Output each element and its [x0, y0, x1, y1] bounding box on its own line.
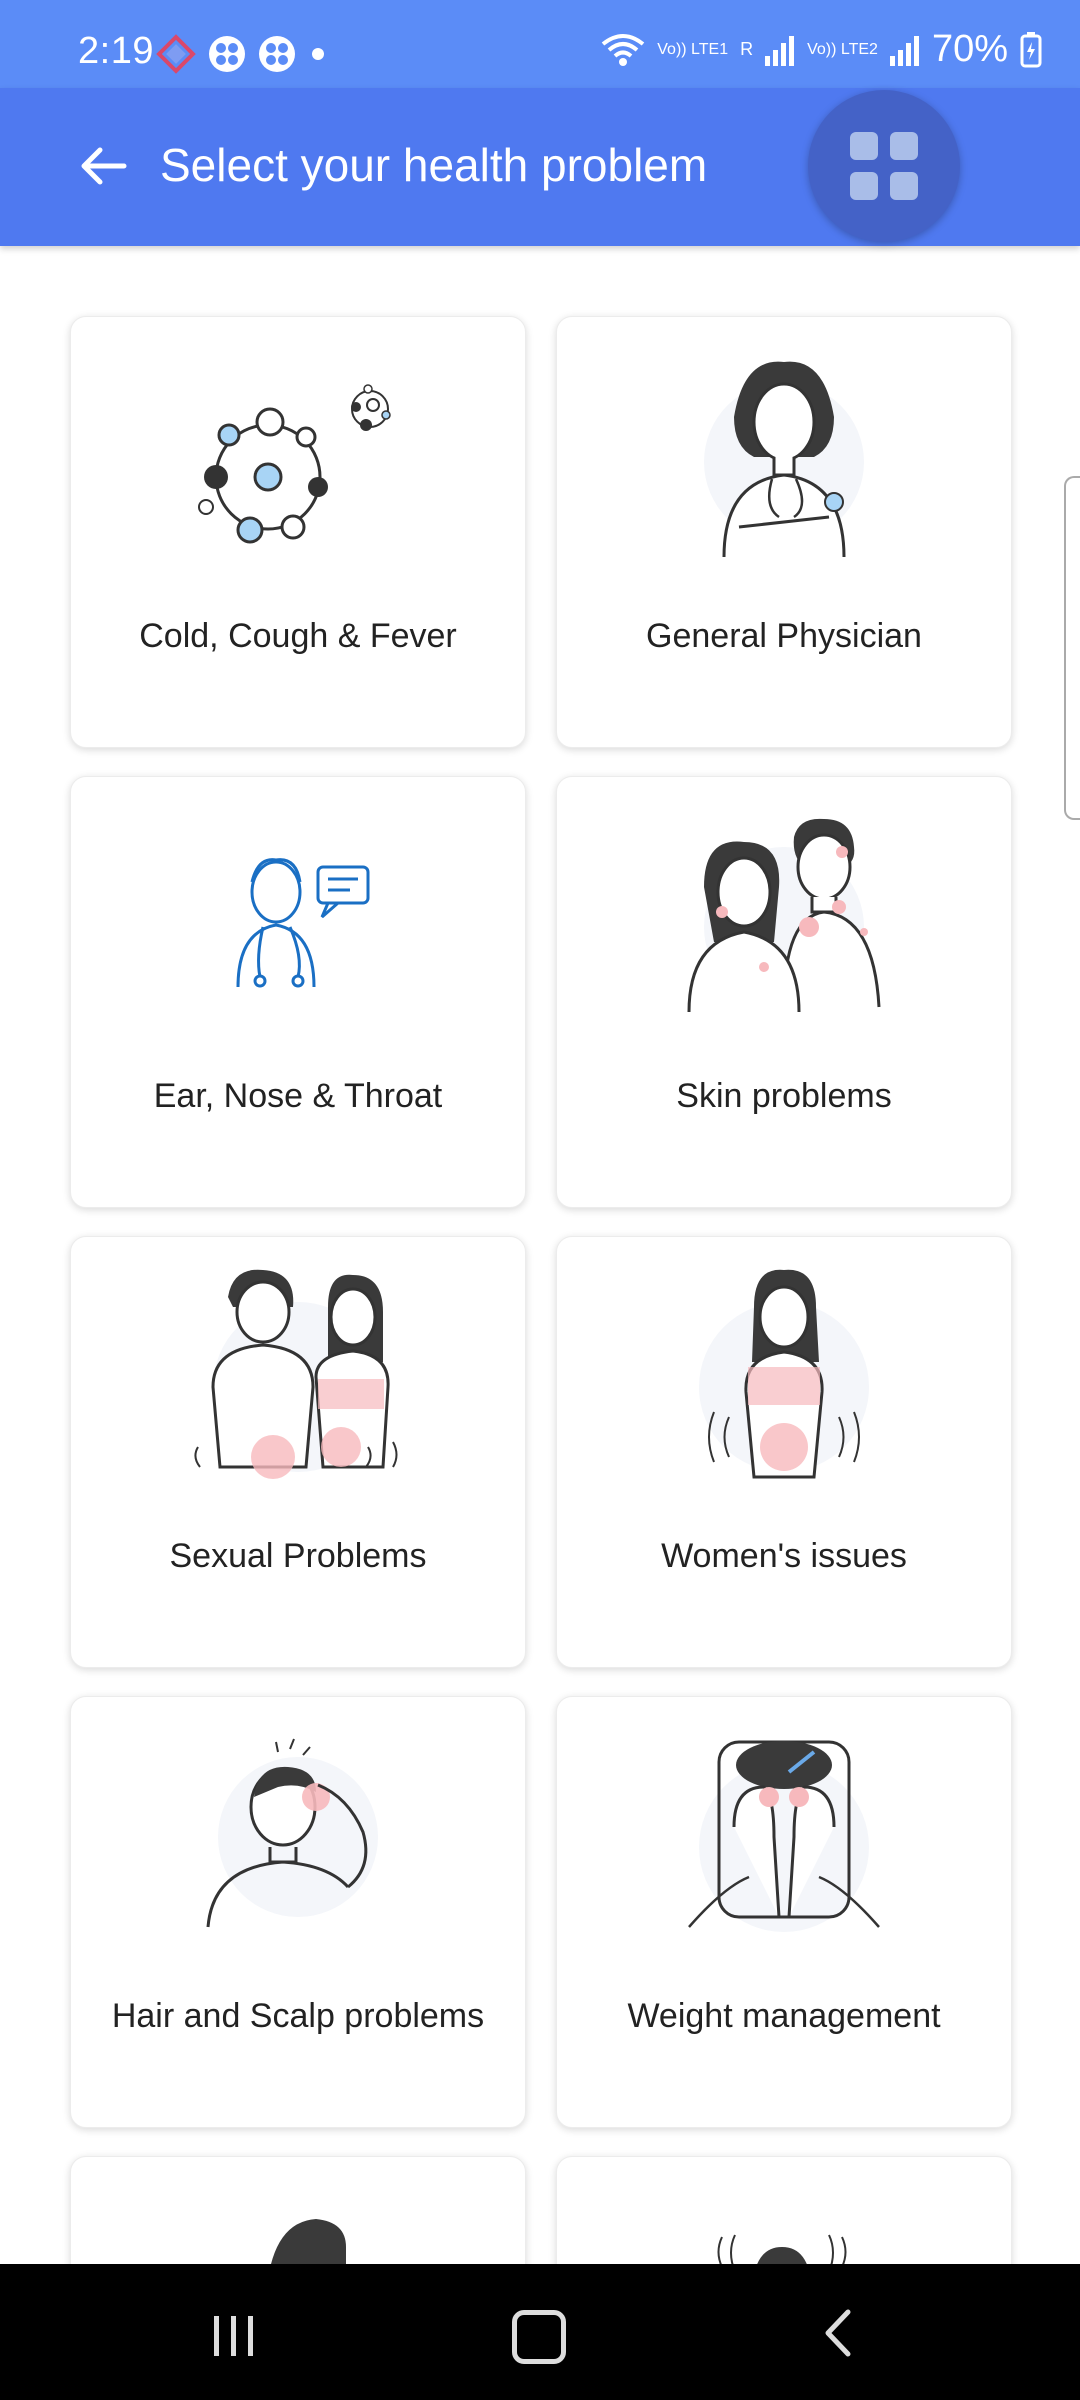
clover-icon — [259, 36, 295, 72]
category-card-ear-nose-throat[interactable]: Ear, Nose & Throat — [70, 776, 526, 1208]
status-right: Vo)) LTE1 R Vo)) LTE2 70% — [601, 28, 1042, 71]
roaming-label: R — [740, 39, 754, 59]
category-card-skin-problems[interactable]: Skin problems — [556, 776, 1012, 1208]
category-label: Cold, Cough & Fever — [139, 617, 457, 655]
network-label-1: Vo)) LTE1 — [657, 40, 729, 58]
category-card-general-physician[interactable]: General Physician — [556, 316, 1012, 748]
edge-panel-handle[interactable] — [1064, 476, 1080, 820]
signal-icon — [765, 35, 795, 66]
category-label: Ear, Nose & Throat — [153, 1077, 443, 1115]
grid-menu-icon — [850, 172, 878, 200]
category-card-sexual-problems[interactable]: Sexual Problems — [70, 1236, 526, 1668]
category-card-hair-scalp-problems[interactable]: Hair and Scalp problems — [70, 1696, 526, 2128]
wifi-icon — [602, 33, 645, 66]
category-label: General Physician — [646, 617, 922, 655]
grid-menu-button[interactable] — [808, 90, 960, 242]
grid-menu-icon — [890, 132, 918, 160]
grid-menu-icon — [890, 172, 918, 200]
status-time: 2:19 — [78, 30, 154, 72]
category-label: Weight management — [627, 1997, 941, 2035]
grid-menu-icon — [850, 132, 878, 160]
category-label: Skin problems — [676, 1077, 892, 1115]
woman-icon — [557, 1269, 1011, 1479]
system-nav-bar — [0, 2264, 1080, 2400]
battery-icon — [1020, 31, 1042, 67]
scale-icon — [557, 1737, 1011, 1937]
signal-icon — [889, 35, 919, 66]
arrow-left-icon[interactable] — [72, 134, 136, 198]
virus-icon — [71, 357, 525, 557]
status-bar: 2:19 Vo)) LTE1 R Vo)) LTE2 70% — [0, 0, 1080, 88]
notification-icons — [156, 34, 328, 74]
page-title: Select your health problem — [160, 139, 708, 191]
battery-percentage: 70% — [931, 28, 1008, 70]
category-label: Women's issues — [661, 1537, 907, 1575]
home-icon[interactable] — [512, 2310, 566, 2364]
couple-icon — [71, 1269, 525, 1479]
category-label: Hair and Scalp problems — [111, 1997, 485, 2035]
category-card-cold-cough-fever[interactable]: Cold, Cough & Fever — [70, 316, 526, 748]
chevron-left-icon[interactable] — [818, 2308, 858, 2358]
ent-doctor-icon — [71, 817, 525, 1017]
doctor-icon — [557, 357, 1011, 557]
network-label-2: Vo)) LTE2 — [807, 40, 878, 58]
recent-apps-icon[interactable] — [212, 2314, 256, 2358]
hair-scalp-icon — [71, 1737, 525, 1937]
app-notification-icon — [156, 34, 196, 74]
skin-icon — [557, 817, 1011, 1017]
dot-icon — [312, 48, 324, 60]
category-card-weight-management[interactable]: Weight management — [556, 1696, 1012, 2128]
category-label: Sexual Problems — [169, 1537, 427, 1575]
category-card-womens-issues[interactable]: Women's issues — [556, 1236, 1012, 1668]
clover-icon — [209, 36, 245, 72]
